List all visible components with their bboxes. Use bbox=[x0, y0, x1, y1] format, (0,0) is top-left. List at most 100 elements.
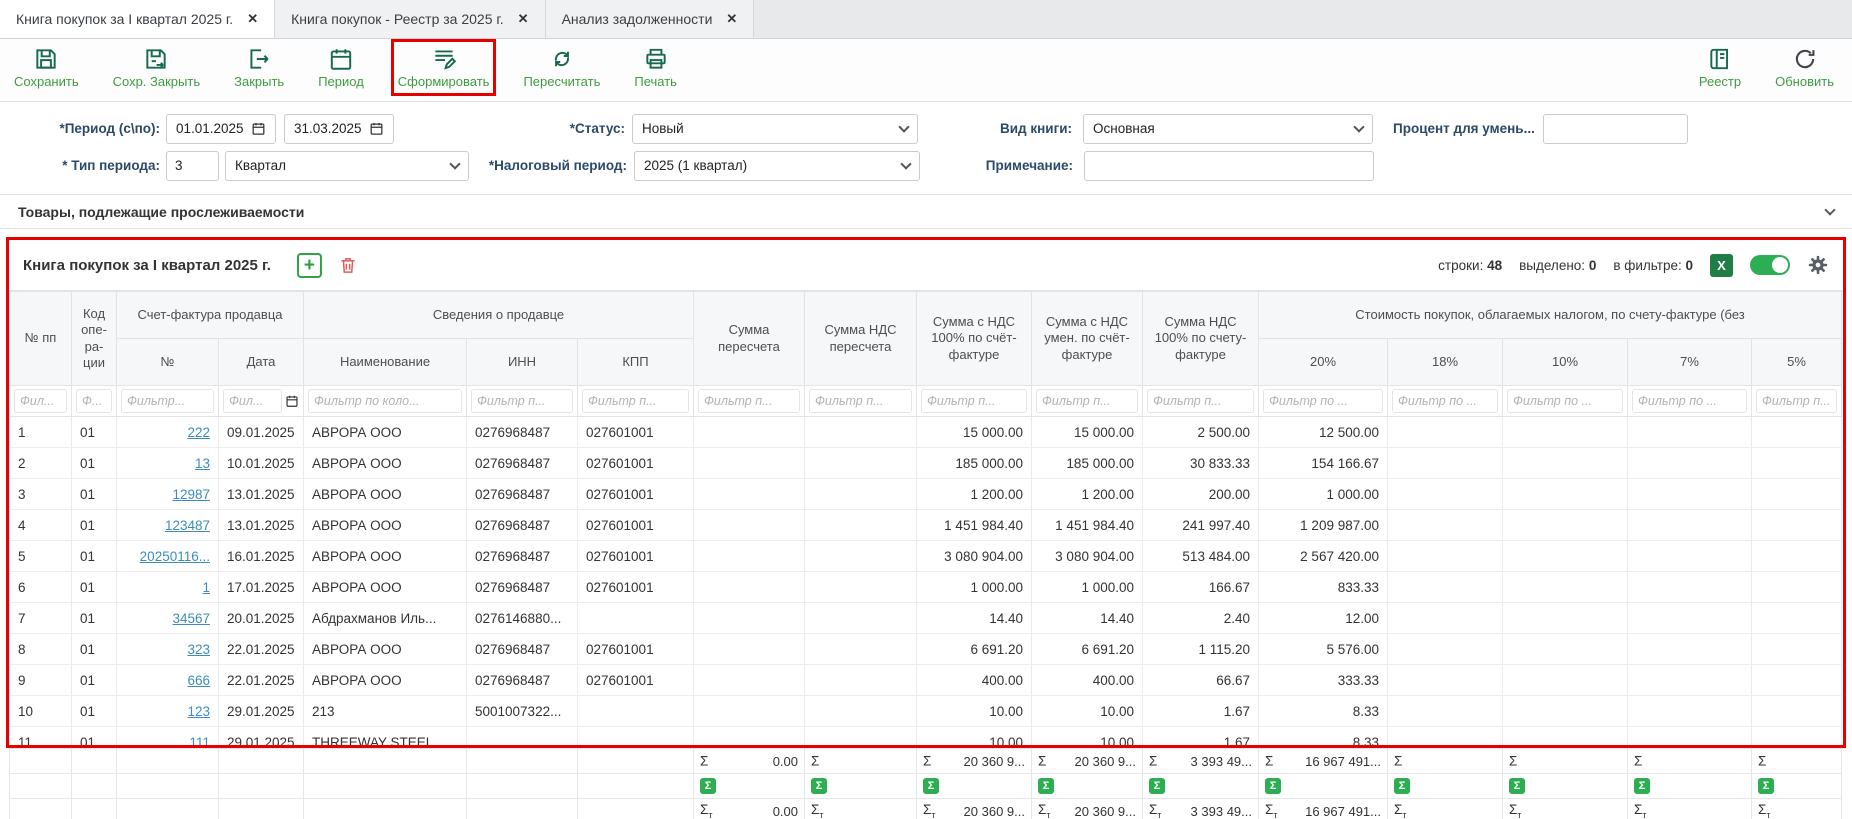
invoice-number-link[interactable]: 323 bbox=[187, 642, 210, 657]
table-row[interactable]: 601117.01.2025АВРОРА ООО0276968487027601… bbox=[10, 572, 1842, 603]
sigma-badge-icon[interactable]: Σ bbox=[923, 778, 939, 794]
col-header-recalc-sum[interactable]: Сумма пересчета bbox=[694, 292, 805, 386]
tab-close-icon[interactable]: ✕ bbox=[726, 11, 737, 27]
invoice-number-link[interactable]: 123487 bbox=[165, 518, 210, 533]
invoice-number-link[interactable]: 222 bbox=[187, 425, 210, 440]
sigma-badge-icon[interactable]: Σ bbox=[1758, 778, 1774, 794]
print-button[interactable]: Печать bbox=[634, 46, 677, 89]
col-header-7[interactable]: 7% bbox=[1628, 339, 1752, 386]
invoice-number-link[interactable]: 1 bbox=[202, 580, 210, 595]
invoice-number-link[interactable]: 13 bbox=[195, 456, 210, 471]
close-button[interactable]: Закрыть bbox=[234, 46, 284, 89]
filter-input-col-14[interactable] bbox=[1507, 389, 1623, 413]
tab-1[interactable]: Книга покупок за I квартал 2025 г.✕ bbox=[0, 0, 275, 38]
invoice-number-link[interactable]: 111 bbox=[189, 735, 210, 746]
filter-input-col-7[interactable] bbox=[698, 389, 800, 413]
filter-input-col-9[interactable] bbox=[921, 389, 1027, 413]
calendar-icon[interactable] bbox=[285, 394, 299, 408]
col-header-10[interactable]: 10% bbox=[1503, 339, 1628, 386]
col-header-npp[interactable]: № пп bbox=[10, 292, 72, 386]
invoice-number-link[interactable]: 12987 bbox=[172, 487, 210, 502]
col-header-recalc-vat[interactable]: Сумма НДС пересчета bbox=[805, 292, 917, 386]
sigma-badge-icon[interactable]: Σ bbox=[1634, 778, 1650, 794]
table-row[interactable]: 110111129.01.2025THREEWAY STEEL10.0010.0… bbox=[10, 727, 1842, 746]
filter-input-col-6[interactable] bbox=[582, 389, 689, 413]
filter-input-col-3[interactable] bbox=[223, 389, 282, 413]
filter-input-col-5[interactable] bbox=[471, 389, 573, 413]
filter-input-col-10[interactable] bbox=[1036, 389, 1138, 413]
summary-cell: Σт bbox=[1503, 799, 1628, 819]
invoice-number-link[interactable]: 34567 bbox=[172, 611, 210, 626]
col-header-number[interactable]: № bbox=[117, 339, 219, 386]
table-row[interactable]: 90166622.01.2025АВРОРА ООО02769684870276… bbox=[10, 665, 1842, 696]
col-header-kpp[interactable]: КПП bbox=[578, 339, 694, 386]
excel-export-icon[interactable]: X bbox=[1710, 254, 1733, 277]
delete-row-button[interactable] bbox=[336, 253, 361, 278]
filter-input-col-1[interactable] bbox=[76, 389, 112, 413]
col-header-inn[interactable]: ИНН bbox=[467, 339, 578, 386]
invoice-number-link[interactable]: 123 bbox=[187, 704, 210, 719]
grid-mode-toggle[interactable] bbox=[1750, 255, 1790, 275]
invoice-number-link[interactable]: 666 bbox=[187, 673, 210, 688]
sigma-badge-icon[interactable]: Σ bbox=[700, 778, 716, 794]
tab-close-icon[interactable]: ✕ bbox=[518, 11, 529, 27]
col-header-opcode[interactable]: Код опе- ра- ции bbox=[72, 292, 117, 386]
sigma-badge-icon[interactable]: Σ bbox=[1038, 778, 1054, 794]
table-row[interactable]: 40112348713.01.2025АВРОРА ООО02769684870… bbox=[10, 510, 1842, 541]
calendar-icon[interactable] bbox=[251, 121, 266, 136]
col-header-vat100-invoice[interactable]: Сумма НДС 100% по счету-фактуре bbox=[1143, 292, 1259, 386]
traceable-goods-section-header[interactable]: Товары, подлежащие прослеживаемости bbox=[0, 195, 1852, 229]
calendar-icon[interactable] bbox=[369, 121, 384, 136]
period-to-input[interactable]: 31.03.2025 bbox=[284, 114, 394, 144]
gear-icon[interactable] bbox=[1807, 254, 1829, 276]
table-row[interactable]: 7013456720.01.2025Абдрахманов Иль...0276… bbox=[10, 603, 1842, 634]
book-kind-select[interactable]: Основная bbox=[1083, 114, 1373, 144]
status-select[interactable]: Новый bbox=[632, 114, 918, 144]
col-header-18[interactable]: 18% bbox=[1388, 339, 1503, 386]
table-row[interactable]: 3011298713.01.2025АВРОРА ООО027696848702… bbox=[10, 479, 1842, 510]
sigma-badge-icon[interactable]: Σ bbox=[1265, 778, 1281, 794]
refresh-button[interactable]: Обновить bbox=[1775, 46, 1834, 89]
filter-input-col-13[interactable] bbox=[1392, 389, 1498, 413]
table-row[interactable]: 80132322.01.2025АВРОРА ООО02769684870276… bbox=[10, 634, 1842, 665]
period-type-select[interactable]: Квартал bbox=[225, 151, 469, 181]
period-button[interactable]: Период bbox=[318, 46, 364, 89]
period-type-code-input[interactable] bbox=[166, 151, 219, 181]
filter-input-col-0[interactable] bbox=[14, 389, 67, 413]
sigma-badge-icon[interactable]: Σ bbox=[811, 778, 827, 794]
sigma-badge-icon[interactable]: Σ bbox=[1509, 778, 1525, 794]
sigma-badge-icon[interactable]: Σ bbox=[1149, 778, 1165, 794]
period-from-input[interactable]: 01.01.2025 bbox=[166, 114, 276, 144]
table-row[interactable]: 2011310.01.2025АВРОРА ООО027696848702760… bbox=[10, 448, 1842, 479]
tax-period-select[interactable]: 2025 (1 квартал) bbox=[634, 151, 920, 181]
col-header-20[interactable]: 20% bbox=[1259, 339, 1388, 386]
filter-input-col-15[interactable] bbox=[1632, 389, 1747, 413]
tab-2[interactable]: Книга покупок - Реестр за 2025 г.✕ bbox=[275, 0, 545, 38]
col-header-vat100[interactable]: Сумма с НДС 100% по счёт-фактуре bbox=[917, 292, 1032, 386]
registry-button[interactable]: Реестр bbox=[1699, 46, 1741, 89]
tab-close-icon[interactable]: ✕ bbox=[247, 11, 258, 27]
tab-3[interactable]: Анализ задолженности✕ bbox=[546, 0, 755, 38]
filter-input-col-8[interactable] bbox=[809, 389, 912, 413]
filter-input-col-4[interactable] bbox=[308, 389, 462, 413]
filter-input-col-2[interactable] bbox=[121, 389, 214, 413]
filter-input-col-11[interactable] bbox=[1147, 389, 1254, 413]
col-header-5[interactable]: 5% bbox=[1752, 339, 1842, 386]
add-row-button[interactable]: + bbox=[297, 253, 322, 278]
table-row[interactable]: 100112329.01.20252135001007322...10.0010… bbox=[10, 696, 1842, 727]
table-row[interactable]: 50120250116...16.01.2025АВРОРА ООО027696… bbox=[10, 541, 1842, 572]
col-header-date[interactable]: Дата bbox=[219, 339, 304, 386]
filter-input-col-16[interactable] bbox=[1756, 389, 1837, 413]
save-button[interactable]: Сохранить bbox=[14, 46, 79, 89]
col-header-vat-reduced[interactable]: Сумма с НДС умен. по счёт-фактуре bbox=[1032, 292, 1143, 386]
sigma-badge-icon[interactable]: Σ bbox=[1394, 778, 1410, 794]
invoice-number-link[interactable]: 20250116... bbox=[140, 549, 210, 564]
reduce-percent-input[interactable] bbox=[1543, 114, 1688, 144]
filter-input-col-12[interactable] bbox=[1263, 389, 1383, 413]
col-header-name[interactable]: Наименование bbox=[304, 339, 467, 386]
recalculate-button[interactable]: Пересчитать bbox=[523, 46, 600, 89]
generate-button[interactable]: Сформировать bbox=[398, 46, 490, 89]
note-input[interactable] bbox=[1084, 151, 1374, 181]
table-row[interactable]: 10122209.01.2025АВРОРА ООО02769684870276… bbox=[10, 417, 1842, 448]
save-close-button[interactable]: Сохр. Закрыть bbox=[113, 46, 201, 89]
